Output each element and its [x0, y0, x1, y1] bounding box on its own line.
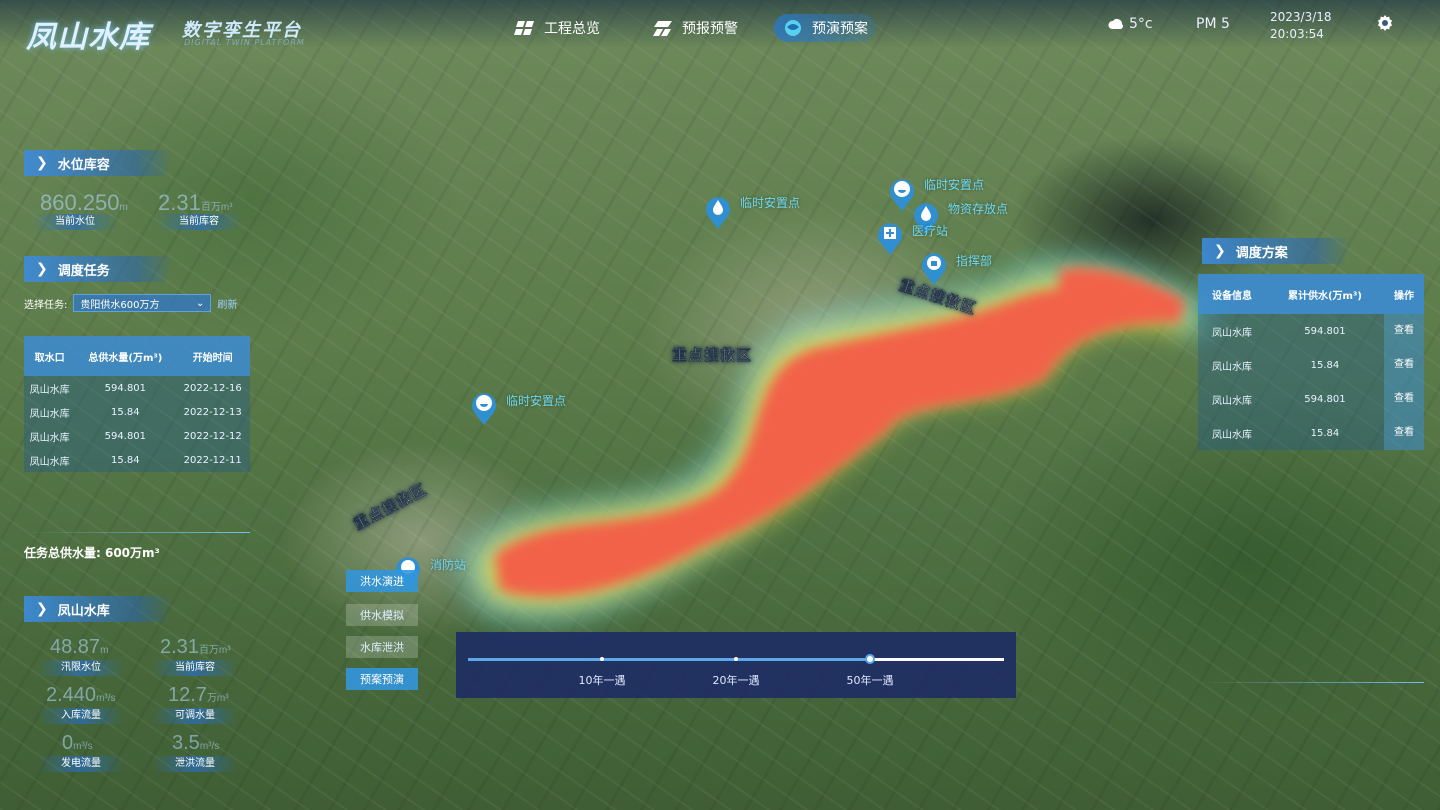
stat-label: 当前库容 — [152, 660, 238, 676]
chevron-right-icon: ❯ — [36, 601, 48, 617]
capacity-value: 2.31百万m³ — [158, 190, 233, 215]
table-row[interactable]: 凤山水库 15.84 2022-12-13 — [24, 400, 250, 424]
pin-label: 临时安置点 — [740, 196, 801, 210]
panel-title-dispatch: ❯ 调度任务 — [24, 256, 174, 282]
column-header: 开始时间 — [175, 336, 250, 376]
slider-tick[interactable] — [600, 657, 604, 661]
stat-value: 12.7万m³ — [168, 684, 229, 706]
scheme-table: 设备信息 累计供水(万m³) 操作 凤山水库 594.801 查看 凤山水库 15.8… — [1198, 274, 1424, 450]
map-viewport[interactable]: 重点搜救区 重点搜救区 重点搜救区 临时安置点 物资存放点 临时安置点 医疗站 … — [0, 0, 1440, 810]
pm-value: PM 5 — [1196, 16, 1230, 32]
command-icon[interactable] — [920, 250, 948, 286]
panel-title-reservoir: ❯ 凤山水库 — [24, 596, 174, 622]
cloud-icon — [1108, 19, 1123, 29]
table-row[interactable]: 凤山水库 594.801 2022-12-12 — [24, 424, 250, 448]
water-supply-sim-button[interactable]: 供水模拟 — [346, 604, 418, 626]
refresh-link[interactable]: 刷新 — [217, 296, 237, 311]
pin-label: 临时安置点 — [506, 394, 567, 408]
nav-label: 预演预案 — [812, 21, 868, 37]
plan-rehearsal-button[interactable]: 预案预演 — [346, 668, 418, 690]
nav-label: 工程总览 — [544, 21, 600, 37]
slider-tick[interactable] — [734, 657, 738, 661]
app-logo: 凤山水库 — [26, 20, 150, 55]
task-total: 任务总供水量: 600万m³ — [24, 546, 160, 560]
top-bar: 凤山水库 数字孪生平台 DIGITAL TWIN PLATFORM 工程总览 预… — [0, 0, 1440, 55]
pin-label: 物资存放点 — [948, 202, 1009, 216]
table-row: 凤山水库 594.801 查看 — [1198, 314, 1424, 348]
slider-knob[interactable] — [865, 654, 875, 664]
weather-display: 5°c — [1108, 16, 1153, 32]
divider — [1198, 682, 1424, 683]
view-button[interactable]: 查看 — [1384, 348, 1424, 382]
task-select-row: 选择任务: 贵阳供水600万方 ⌄ 刷新 — [24, 294, 237, 312]
divider — [24, 532, 250, 533]
stat-value: 48.87m — [50, 636, 109, 658]
gear-icon[interactable] — [1376, 14, 1394, 32]
slider-option-label[interactable]: 20年一遇 — [713, 672, 760, 688]
globe-icon — [785, 20, 801, 36]
app-subtitle-en: DIGITAL TWIN PLATFORM — [184, 38, 305, 47]
column-header: 总供水量(万m³) — [75, 336, 176, 376]
shelter-icon[interactable] — [704, 194, 732, 230]
column-header: 累计供水(万m³) — [1265, 274, 1384, 314]
table-row: 凤山水库 594.801 查看 — [1198, 382, 1424, 416]
datetime: 2023/3/18 20:03:54 — [1270, 9, 1332, 43]
nav-overview[interactable]: 工程总览 — [506, 14, 608, 42]
task-select[interactable]: 贵阳供水600万方 ⌄ — [73, 294, 212, 312]
pin-label: 医疗站 — [912, 224, 949, 238]
search-zone-label: 重点搜救区 — [672, 346, 753, 364]
view-button[interactable]: 查看 — [1384, 382, 1424, 416]
table-row[interactable]: 凤山水库 15.84 2022-12-11 — [24, 448, 250, 472]
table-row: 凤山水库 15.84 查看 — [1198, 416, 1424, 450]
rain-icon — [653, 21, 672, 36]
chevron-right-icon: ❯ — [1214, 243, 1226, 259]
dispatch-table: 取水口 总供水量(万m³) 开始时间 凤山水库 594.801 2022-12-16… — [24, 336, 250, 472]
flood-routing-button[interactable]: 洪水演进 — [346, 570, 418, 592]
task-select-label: 选择任务: — [24, 299, 68, 311]
column-header: 取水口 — [24, 336, 76, 376]
pin-label: 临时安置点 — [924, 178, 985, 192]
stat-label: 可调水量 — [152, 708, 238, 724]
table-row[interactable]: 凤山水库 594.801 2022-12-16 — [24, 376, 250, 400]
stat-label: 发电流量 — [38, 756, 124, 772]
nav-label: 预报预警 — [682, 21, 738, 37]
shelter-icon[interactable] — [470, 390, 498, 426]
capacity-label: 当前库容 — [156, 214, 242, 230]
view-button[interactable]: 查看 — [1384, 314, 1424, 348]
chevron-right-icon: ❯ — [36, 261, 48, 277]
hospital-icon[interactable] — [876, 220, 904, 256]
water-level-label: 当前水位 — [32, 214, 118, 230]
stat-value: 2.31百万m³ — [160, 636, 231, 658]
nav-forecast[interactable]: 预报预警 — [644, 14, 746, 42]
panel-title-water-level: ❯ 水位库容 — [24, 150, 174, 176]
time: 20:03:54 — [1270, 27, 1324, 41]
slider-option-label[interactable]: 50年一遇 — [847, 672, 894, 688]
return-period-slider[interactable]: 10年一遇 20年一遇 50年一遇 — [456, 632, 1016, 698]
task-select-value: 贵阳供水600万方 — [80, 299, 160, 311]
column-header: 设备信息 — [1198, 274, 1266, 314]
slider-track[interactable] — [468, 654, 1004, 664]
table-row: 凤山水库 15.84 查看 — [1198, 348, 1424, 382]
chevron-right-icon: ❯ — [36, 155, 48, 171]
stat-label: 汛限水位 — [38, 660, 124, 676]
view-button[interactable]: 查看 — [1384, 416, 1424, 450]
stat-value: 3.5m³/s — [172, 732, 220, 754]
nav-simulation[interactable]: 预演预案 — [774, 14, 876, 42]
stat-value: 0m³/s — [62, 732, 93, 754]
grid-icon — [514, 21, 534, 35]
slider-option-label[interactable]: 10年一遇 — [579, 672, 626, 688]
stat-value: 2.440m³/s — [46, 684, 116, 706]
chevron-down-icon: ⌄ — [195, 297, 205, 309]
date: 2023/3/18 — [1270, 10, 1332, 24]
stat-label: 入库流量 — [38, 708, 124, 724]
reservoir-discharge-button[interactable]: 水库泄洪 — [346, 636, 418, 658]
temperature: 5°c — [1129, 16, 1153, 32]
panel-title-scheme: ❯ 调度方案 — [1202, 238, 1352, 264]
water-level-value: 860.250m — [40, 190, 128, 215]
pin-label: 指挥部 — [956, 254, 993, 268]
column-header: 操作 — [1384, 274, 1424, 314]
stat-label: 泄洪流量 — [152, 756, 238, 772]
pin-label: 消防站 — [430, 558, 467, 572]
slider-fill — [468, 658, 870, 661]
